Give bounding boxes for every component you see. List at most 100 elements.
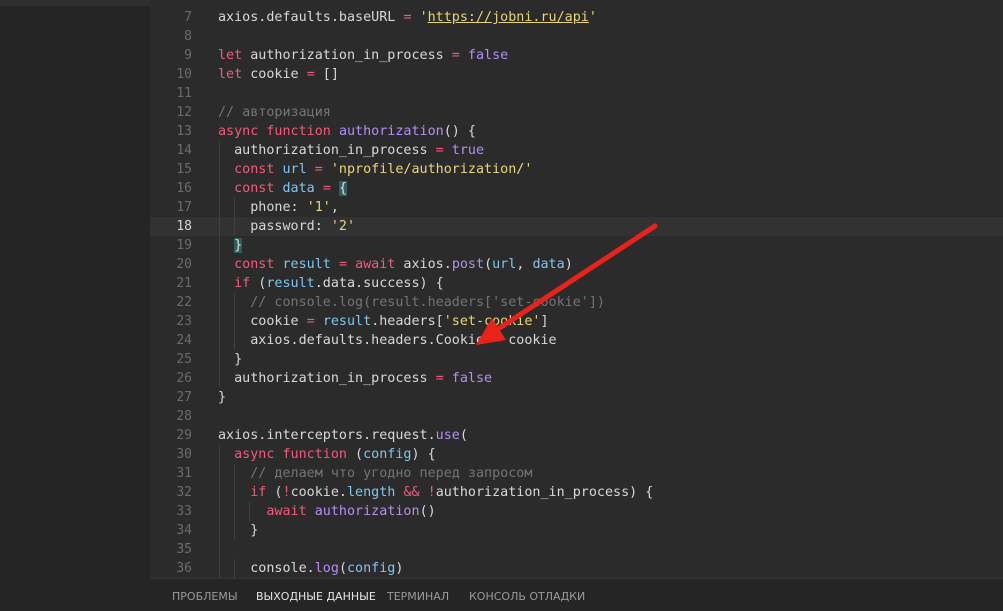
- code-text: if (result.data.success) {: [218, 274, 444, 293]
- code-text: authorization_in_process = false: [218, 369, 492, 388]
- code-line[interactable]: 24 axios.defaults.headers.Cookie = cooki…: [150, 331, 1003, 350]
- tab-terminal[interactable]: ТЕРМИНАЛ: [387, 579, 449, 611]
- code-token: }: [218, 352, 243, 367]
- line-number: 29: [176, 428, 192, 443]
- code-line[interactable]: 11: [150, 84, 1003, 103]
- code-token: config: [363, 447, 412, 462]
- code-line[interactable]: 31 // делаем что угодно перед запросом: [150, 464, 1003, 483]
- code-line[interactable]: 17 phone: '1',: [150, 198, 1003, 217]
- code-token: log: [314, 561, 339, 576]
- line-number: 10: [176, 67, 192, 82]
- code-token: https://jobni.ru/api: [427, 10, 589, 25]
- code-line[interactable]: 9 let authorization_in_process = false: [150, 46, 1003, 65]
- code-token: (: [484, 257, 493, 272]
- code-line[interactable]: 21 if (result.data.success) {: [150, 274, 1003, 293]
- code-token: authorization_in_process: [218, 371, 436, 386]
- code-line[interactable]: 7 axios.defaults.baseURL = 'https://jobni…: [150, 8, 1003, 27]
- code-line[interactable]: 12 // авторизация: [150, 103, 1003, 122]
- code-line[interactable]: 27}: [150, 388, 1003, 407]
- code-token: const: [234, 162, 275, 177]
- code-line[interactable]: 32 if (!cookie.length && !authorization_…: [150, 483, 1003, 502]
- code-lines: 7 axios.defaults.baseURL = 'https://jobni…: [150, 8, 1003, 578]
- code-text: // делаем что угодно перед запросом: [218, 464, 532, 483]
- code-token: =: [322, 181, 331, 196]
- code-line[interactable]: 23 cookie = result.headers['set-cookie']: [150, 312, 1003, 331]
- code-token: .data.success) {: [314, 276, 444, 291]
- code-token: authorization_in_process) {: [435, 485, 654, 500]
- code-line[interactable]: 15 const url = 'nprofile/authorization/': [150, 160, 1003, 179]
- code-line[interactable]: 16 const data = {: [150, 179, 1003, 198]
- code-token: }: [234, 238, 243, 253]
- tab-output[interactable]: ВЫХОДНЫЕ ДАННЫЕ: [256, 579, 376, 611]
- line-number: 21: [176, 276, 192, 291]
- code-token: =: [403, 10, 412, 25]
- code-line[interactable]: 35: [150, 540, 1003, 559]
- line-number: 11: [176, 86, 192, 101]
- code-token: axios.defaults.baseURL: [218, 10, 404, 25]
- code-line[interactable]: 14 authorization_in_process = true: [150, 141, 1003, 160]
- code-token: // console.log(result.headers['set-cooki…: [250, 295, 605, 310]
- code-token: await: [266, 504, 307, 519]
- side-panel-selected-item[interactable]: [0, 0, 150, 6]
- code-token: authorization: [314, 504, 420, 519]
- code-line[interactable]: 26 authorization_in_process = false: [150, 369, 1003, 388]
- line-number: 13: [176, 124, 192, 139]
- code-line[interactable]: 22 // console.log(result.headers['set-co…: [150, 293, 1003, 312]
- code-token: true: [451, 143, 485, 158]
- code-line[interactable]: 29 axios.interceptors.request.use(: [150, 426, 1003, 445]
- code-token: false: [451, 371, 493, 386]
- code-line[interactable]: 36 console.log(config): [150, 559, 1003, 578]
- code-line[interactable]: 28: [150, 407, 1003, 426]
- code-token: (): [419, 504, 436, 519]
- code-line[interactable]: 8: [150, 27, 1003, 46]
- code-line[interactable]: 25 }: [150, 350, 1003, 369]
- line-number: 9: [184, 48, 192, 63]
- code-token: const: [234, 257, 275, 272]
- line-number: 32: [176, 485, 192, 500]
- bottom-panel: ПРОБЛЕМЫ ВЫХОДНЫЕ ДАННЫЕ ТЕРМИНАЛ КОНСОЛ…: [150, 578, 1003, 611]
- code-token: =: [306, 67, 315, 82]
- code-line[interactable]: 10 let cookie = []: [150, 65, 1003, 84]
- code-token: =: [338, 257, 347, 272]
- code-text: axios.defaults.baseURL = 'https://jobni.…: [218, 8, 597, 27]
- line-number: 15: [176, 162, 192, 177]
- code-token: ]: [540, 314, 549, 329]
- code-line[interactable]: 13 async function authorization() {: [150, 122, 1003, 141]
- code-token: url: [282, 162, 307, 177]
- code-line[interactable]: 30 async function (config) {: [150, 445, 1003, 464]
- code-token: ): [395, 561, 404, 576]
- code-editor[interactable]: 7 axios.defaults.baseURL = 'https://jobni…: [150, 0, 1003, 578]
- code-line[interactable]: 19 }: [150, 236, 1003, 255]
- code-token: password:: [218, 219, 331, 234]
- indent-guide: [219, 540, 220, 559]
- code-token: cookie: [218, 314, 307, 329]
- line-number: 36: [176, 561, 192, 576]
- line-number: 34: [176, 523, 192, 538]
- code-text: async function authorization() {: [218, 122, 476, 141]
- code-line[interactable]: 20 const result = await axios.post(url, …: [150, 255, 1003, 274]
- code-token: (: [266, 485, 283, 500]
- code-token: const: [234, 181, 275, 196]
- code-line[interactable]: 34 }: [150, 521, 1003, 540]
- code-text: // console.log(result.headers['set-cooki…: [218, 293, 605, 312]
- line-number: 33: [176, 504, 192, 519]
- tab-debug-console[interactable]: КОНСОЛЬ ОТЛАДКИ: [469, 579, 585, 611]
- code-line[interactable]: 18 password: '2': [150, 217, 1003, 236]
- code-text: if (!cookie.length && !authorization_in_…: [218, 483, 653, 502]
- code-token: let: [218, 67, 243, 82]
- code-line[interactable]: 33 await authorization(): [150, 502, 1003, 521]
- line-number: 8: [184, 29, 192, 44]
- tab-problems[interactable]: ПРОБЛЕМЫ: [172, 579, 238, 611]
